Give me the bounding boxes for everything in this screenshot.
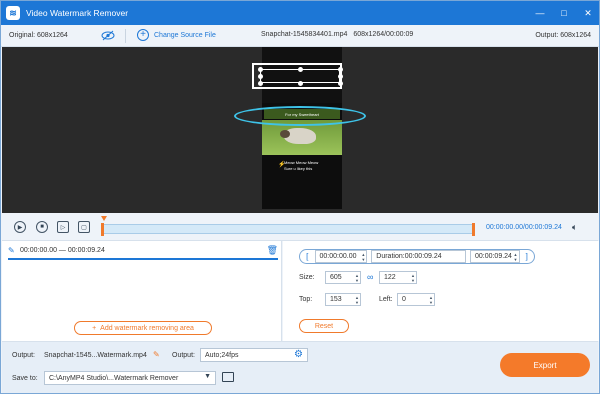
original-size: Original: 608x1264 — [9, 32, 68, 39]
title-bar: ≋ Video Watermark Remover — □ ✕ — [1, 1, 599, 25]
list-item[interactable]: ✎ 00:00:00.00 — 00:00:09.24 🗑︎ — [8, 244, 278, 260]
save-path-select[interactable]: C:\AnyMP4 Studio\...Watermark Remover ▼ — [44, 371, 216, 385]
maximize-button[interactable]: □ — [559, 8, 569, 18]
highlight-ellipse — [234, 106, 366, 126]
top-field[interactable]: 153 ▲ ▼ — [325, 293, 361, 306]
video-preview: For my Sweetheart ⚡ Meow Meow Meow Sure … — [2, 47, 598, 213]
resize-handle[interactable] — [258, 81, 263, 86]
minimize-button[interactable]: — — [535, 8, 545, 18]
add-watermark-label: Add watermark removing area — [100, 324, 194, 332]
spinner-icon[interactable]: ▲ ▼ — [361, 252, 365, 262]
app-window: ≋ Video Watermark Remover — □ ✕ Original… — [0, 0, 600, 394]
bolt-icon: ⚡ — [278, 162, 286, 168]
resize-handle[interactable] — [338, 74, 343, 79]
resize-handle[interactable] — [338, 81, 343, 86]
change-source-label: Change Source File — [154, 31, 216, 39]
width-field[interactable]: 605 ▲ ▼ — [325, 271, 361, 284]
output-bar: Output: Snapchat-1545...Watermark.mp4 ✎ … — [2, 341, 598, 393]
spinner-icon[interactable]: ▲ ▼ — [355, 273, 359, 283]
gear-icon[interactable]: ⚙ — [294, 349, 303, 360]
change-source-button[interactable]: + Change Source File — [137, 29, 216, 41]
size-label: Size: — [299, 274, 315, 281]
window-title: Video Watermark Remover — [26, 8, 129, 18]
end-handle[interactable] — [472, 223, 475, 236]
info-bar: Original: 608x1264 + Change Source File … — [1, 25, 599, 47]
duration-field[interactable]: Duration: 00:00:09.24 — [371, 250, 466, 263]
segment-time: 00:00:00.00 — 00:00:09.24 — [20, 247, 105, 254]
volume-icon[interactable]: 🔈︎ — [572, 222, 577, 233]
left-label: Left: — [379, 296, 393, 303]
song-artist: Sure u likey this — [284, 166, 313, 171]
save-to-label: Save to: — [12, 375, 38, 382]
spinner-icon[interactable]: ▲ ▼ — [411, 273, 415, 283]
timeline-track[interactable] — [101, 223, 475, 236]
set-start-icon[interactable]: [ — [300, 252, 315, 261]
output-file-name: Snapchat-1545...Watermark.mp4 — [44, 352, 147, 359]
app-logo-icon: ≋ — [6, 6, 20, 20]
divider — [125, 29, 126, 43]
resize-handle[interactable] — [258, 74, 263, 79]
plus-icon: + — [92, 324, 97, 332]
segments-panel: ✎ 00:00:00.00 — 00:00:09.24 🗑︎ + Add wat… — [2, 241, 282, 341]
output-size: Output: 608x1264 — [535, 32, 591, 39]
resize-handle[interactable] — [338, 67, 343, 72]
start-time-field[interactable]: 00:00:00.00 ▲ ▼ — [314, 250, 368, 263]
song-info: ⚡ Meow Meow Meow Sure u likey this — [278, 160, 318, 172]
resize-handle[interactable] — [298, 67, 303, 72]
spinner-icon[interactable]: ▲ ▼ — [429, 295, 433, 305]
resize-handle[interactable] — [258, 67, 263, 72]
file-name: Snapchat-1545834401.mp4 — [261, 31, 348, 38]
playback-time: 00:00:00.00/00:00:09.24 — [486, 224, 562, 231]
trash-icon[interactable]: 🗑︎ — [267, 245, 278, 256]
plus-icon: + — [137, 29, 149, 41]
reset-button[interactable]: Reset — [299, 319, 349, 333]
output-format-select[interactable]: Auto;24fps ⚙ — [200, 348, 308, 362]
height-field[interactable]: 122 ▲ ▼ — [379, 271, 417, 284]
resize-handle[interactable] — [298, 81, 303, 86]
file-meta: 608x1264/00:00:09 — [353, 31, 414, 38]
loop-icon[interactable]: ▢ — [78, 221, 90, 233]
start-handle[interactable] — [101, 223, 104, 236]
file-info: Snapchat-1545834401.mp4 608x1264/00:00:0… — [261, 31, 413, 38]
export-button[interactable]: Export — [500, 353, 590, 377]
output-label: Output: — [12, 352, 35, 359]
left-field[interactable]: 0 ▲ ▼ — [397, 293, 435, 306]
time-range: [ 00:00:00.00 ▲ ▼ Duration: 00:00:09.24 00… — [299, 249, 535, 264]
playhead-marker[interactable] — [101, 216, 107, 221]
edit-pen-icon[interactable]: ✎ — [153, 350, 160, 359]
playback-bar: ▶ ■ ▷ ▢ 00:00:00.00/00:00:09.24 🔈︎ — [2, 213, 598, 241]
spinner-icon[interactable]: ▲ ▼ — [514, 252, 518, 262]
end-time-field[interactable]: 00:00:09.24 ▲ ▼ — [469, 250, 520, 263]
play-icon[interactable]: ▶ — [14, 221, 26, 233]
top-label: Top: — [299, 296, 313, 303]
next-frame-icon[interactable]: ▷ — [57, 221, 69, 233]
add-watermark-area-button[interactable]: + Add watermark removing area — [74, 321, 212, 335]
close-button[interactable]: ✕ — [583, 8, 593, 18]
output-format-label: Output: — [172, 352, 195, 359]
folder-icon[interactable] — [222, 372, 234, 382]
set-end-icon[interactable]: ] — [520, 252, 535, 261]
chevron-down-icon[interactable]: ▼ — [204, 373, 211, 380]
link-ratio-icon[interactable]: ∞ — [367, 272, 373, 282]
stop-icon[interactable]: ■ — [36, 221, 48, 233]
settings-panel: [ 00:00:00.00 ▲ ▼ Duration: 00:00:09.24 00… — [283, 241, 599, 341]
pen-icon: ✎ — [8, 246, 15, 255]
eye-hide-icon[interactable] — [101, 30, 115, 41]
spinner-icon[interactable]: ▲ ▼ — [355, 295, 359, 305]
